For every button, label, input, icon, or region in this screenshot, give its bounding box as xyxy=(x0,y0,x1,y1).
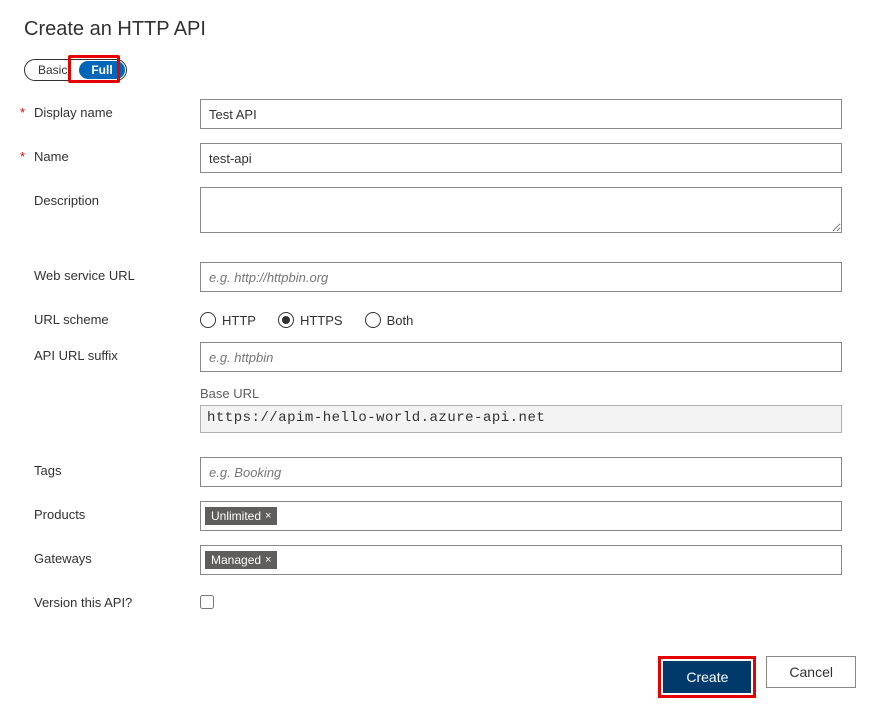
url-scheme-radio-group: HTTP HTTPS Both xyxy=(200,306,842,328)
gateways-input[interactable]: Managed × xyxy=(200,545,842,575)
radio-https-label: HTTPS xyxy=(300,313,343,328)
radio-both[interactable]: Both xyxy=(365,312,414,328)
cancel-button[interactable]: Cancel xyxy=(766,656,856,688)
tags-input[interactable] xyxy=(200,457,842,487)
radio-icon xyxy=(200,312,216,328)
label-name: Name xyxy=(34,149,69,164)
label-base-url: Base URL xyxy=(200,386,842,401)
label-api-url-suffix: API URL suffix xyxy=(34,348,118,363)
close-icon[interactable]: × xyxy=(265,554,271,566)
label-display-name: Display name xyxy=(34,105,113,120)
label-description: Description xyxy=(34,193,99,208)
product-chip: Unlimited × xyxy=(205,507,277,525)
page-title: Create an HTTP API xyxy=(24,18,858,41)
display-name-input[interactable] xyxy=(200,99,842,129)
tab-full[interactable]: Full xyxy=(79,61,124,79)
close-icon[interactable]: × xyxy=(265,510,271,522)
required-marker: * xyxy=(20,105,34,120)
base-url-display: https://apim-hello-world.azure-api.net xyxy=(200,405,842,433)
label-version: Version this API? xyxy=(34,595,132,610)
radio-icon xyxy=(278,312,294,328)
description-input[interactable] xyxy=(200,187,842,233)
gateway-chip: Managed × xyxy=(205,551,277,569)
radio-http-label: HTTP xyxy=(222,313,256,328)
label-tags: Tags xyxy=(34,463,61,478)
tab-basic[interactable]: Basic xyxy=(26,61,79,79)
version-checkbox[interactable] xyxy=(200,595,214,609)
create-button[interactable]: Create xyxy=(663,661,751,693)
radio-https[interactable]: HTTPS xyxy=(278,312,343,328)
view-toggle: Basic Full xyxy=(24,59,127,81)
label-products: Products xyxy=(34,507,85,522)
label-web-service-url: Web service URL xyxy=(34,268,135,283)
radio-both-label: Both xyxy=(387,313,414,328)
label-gateways: Gateways xyxy=(34,551,92,566)
gateway-chip-label: Managed xyxy=(211,553,261,567)
required-marker: * xyxy=(20,149,34,164)
radio-icon xyxy=(365,312,381,328)
label-url-scheme: URL scheme xyxy=(34,312,109,327)
highlight-create-button: Create xyxy=(658,656,756,698)
web-service-url-input[interactable] xyxy=(200,262,842,292)
name-input[interactable] xyxy=(200,143,842,173)
radio-http[interactable]: HTTP xyxy=(200,312,256,328)
products-input[interactable]: Unlimited × xyxy=(200,501,842,531)
api-url-suffix-input[interactable] xyxy=(200,342,842,372)
product-chip-label: Unlimited xyxy=(211,509,261,523)
